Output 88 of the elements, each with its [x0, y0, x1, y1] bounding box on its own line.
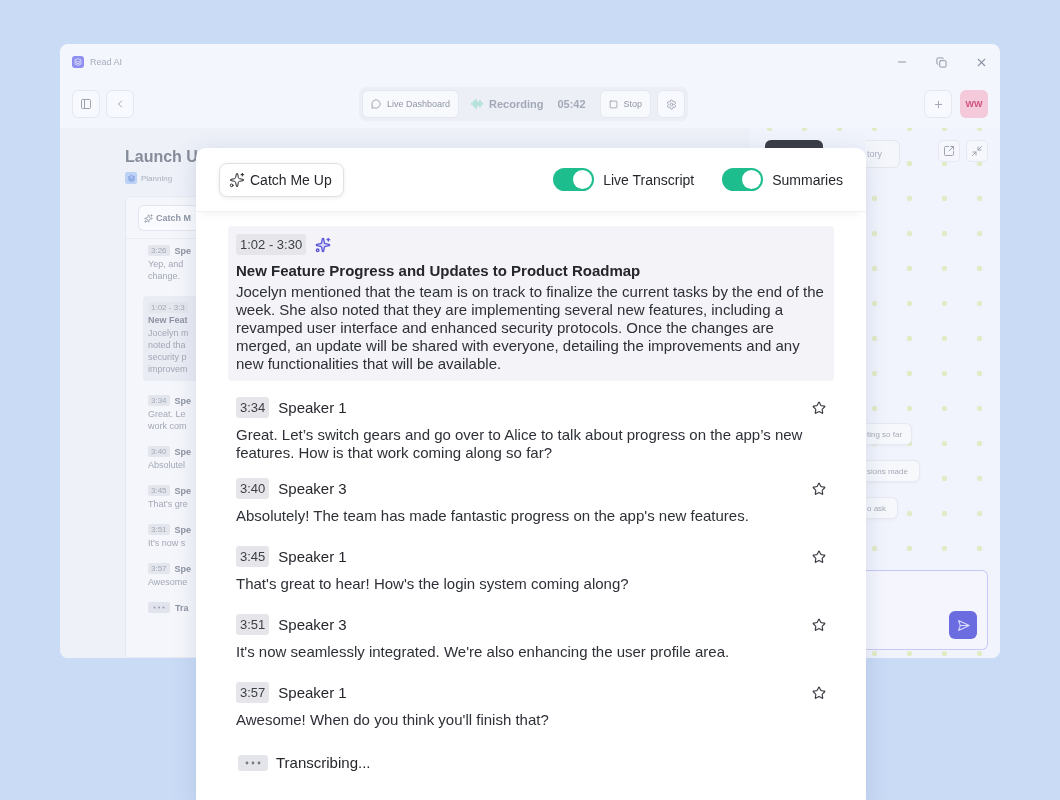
sparkle-icon	[229, 171, 245, 188]
speaker-name: Speaker 1	[278, 684, 347, 701]
toggle-label: Live Transcript	[603, 171, 695, 188]
send-icon	[956, 618, 970, 632]
ask-input-field[interactable]	[866, 570, 988, 650]
live-dashboard-button[interactable]: Live Dashboard	[362, 90, 460, 118]
settings-button[interactable]	[657, 90, 686, 118]
toggle-switch[interactable]	[553, 168, 595, 191]
timestamp: 3:45	[148, 485, 170, 496]
toggle-label: Summaries	[772, 171, 843, 188]
transcript-line: Awesome	[148, 576, 188, 588]
suggestion-chip[interactable]: sions made	[866, 460, 920, 482]
meeting-title: Launch U	[125, 148, 199, 166]
transcript-line: That's gre	[148, 498, 188, 510]
star-icon[interactable]	[812, 481, 826, 496]
utterance-text: Great. Let’s switch gears and go over to Alice to talk about progress on the app’s new features. How is that work coming along so far?	[236, 426, 804, 462]
external-link-button[interactable]	[938, 140, 960, 162]
transcript-line: security p	[148, 351, 187, 363]
summary-text: Jocelyn mentioned that the team is on track to finalize the current tasks by the end of the week. She also noted that they are implementing several new features, including a revamped user interface and enhanced security protocols. Once the changes are merged, an update will be shared with everyone, detailing the improvements and any new functionalities that will be available.	[236, 283, 825, 373]
transcript-line: Yep, and	[148, 258, 184, 270]
speaker-name: Spe	[174, 563, 192, 574]
waveform-icon	[471, 98, 484, 110]
stop-button[interactable]: Stop	[599, 90, 652, 118]
chat-bubble-icon	[371, 99, 381, 109]
speaker-name: Speaker 3	[278, 616, 347, 633]
summary-title: New Feat	[148, 315, 189, 325]
timestamp: 3:57	[148, 563, 170, 574]
transcript-line: Jocelyn m	[148, 327, 189, 339]
active-tab[interactable]	[765, 140, 823, 148]
suggestion-chip[interactable]: ting so far	[866, 423, 912, 445]
transcript-line: It's now s	[148, 537, 186, 549]
catch-up-button[interactable]: Catch M	[138, 205, 197, 231]
transcript-line: Absolutel	[148, 459, 186, 471]
external-link-icon	[943, 145, 955, 157]
recording-label: Recording	[489, 98, 544, 110]
stop-square-icon	[608, 99, 618, 109]
timestamp: 3:51	[148, 524, 170, 535]
timestamp: 3:40	[148, 446, 170, 457]
plus-icon	[932, 98, 944, 110]
send-button[interactable]	[949, 611, 977, 639]
timestamp: 3:34	[236, 397, 270, 418]
toggle-switch[interactable]	[722, 168, 764, 191]
speaker-name: Spe	[174, 245, 192, 256]
restore-icon[interactable]	[936, 56, 947, 68]
sparkle-icon	[144, 213, 153, 223]
timestamp: 3:45	[236, 546, 270, 567]
timestamp: 3:57	[236, 682, 270, 703]
app-name: Read AI	[90, 57, 123, 67]
sparkle-icon	[315, 236, 332, 253]
transcript-line: change.	[148, 270, 181, 282]
user-avatar[interactable]: WW	[960, 90, 988, 118]
timestamp: 3:40	[236, 478, 270, 499]
utterance-text: That's great to hear! How's the login system coming along?	[236, 575, 630, 593]
timestamp: 3:51	[236, 614, 270, 635]
transcript-line: Great. Le	[148, 408, 186, 420]
ellipsis-icon	[153, 606, 165, 609]
star-icon[interactable]	[812, 400, 826, 415]
sidebar-icon	[80, 98, 92, 110]
catch-me-up-button[interactable]: Catch Me Up	[219, 162, 344, 197]
speaker-name: Spe	[174, 485, 192, 496]
speaker-name: Spe	[174, 446, 192, 457]
utterance-text: It's now seamlessly integrated. We're also enhancing the user profile area.	[236, 643, 731, 661]
collapse-button[interactable]	[966, 140, 988, 162]
speaker-name: Spe	[174, 524, 192, 535]
sidebar-toggle-button[interactable]	[72, 90, 100, 118]
settings-icon	[665, 98, 677, 110]
ellipsis-icon	[245, 760, 261, 765]
timestamp: 1:02 - 3:30	[236, 234, 307, 255]
status-text: Tra	[175, 602, 189, 613]
speaker-name: Speaker 3	[278, 480, 347, 497]
transcript-line: noted tha	[148, 339, 186, 351]
history-tab[interactable]: tory	[866, 140, 900, 168]
star-icon[interactable]	[812, 685, 826, 700]
utterance-text: Absolutely! The team has made fantastic progress on the app's new features.	[236, 507, 750, 525]
speaker-name: Spe	[174, 395, 192, 406]
utterance-text: Awesome! When do you think you'll finish that?	[236, 711, 550, 729]
status-text: Transcribing...	[276, 754, 371, 771]
transcript-line: improvem	[148, 363, 188, 375]
transcript-line: work com	[148, 420, 187, 432]
recording-timer: 05:42	[557, 98, 586, 110]
speaker-name: Speaker 1	[278, 548, 347, 565]
speaker-name: Speaker 1	[278, 399, 347, 416]
summary-title: New Feature Progress and Updates to Product Roadmap	[236, 262, 642, 279]
meeting-tag: Planning	[141, 173, 173, 183]
app-logo-icon	[72, 56, 84, 68]
minimize-arrows-icon	[971, 145, 983, 157]
star-icon[interactable]	[812, 617, 826, 632]
star-icon[interactable]	[812, 549, 826, 564]
